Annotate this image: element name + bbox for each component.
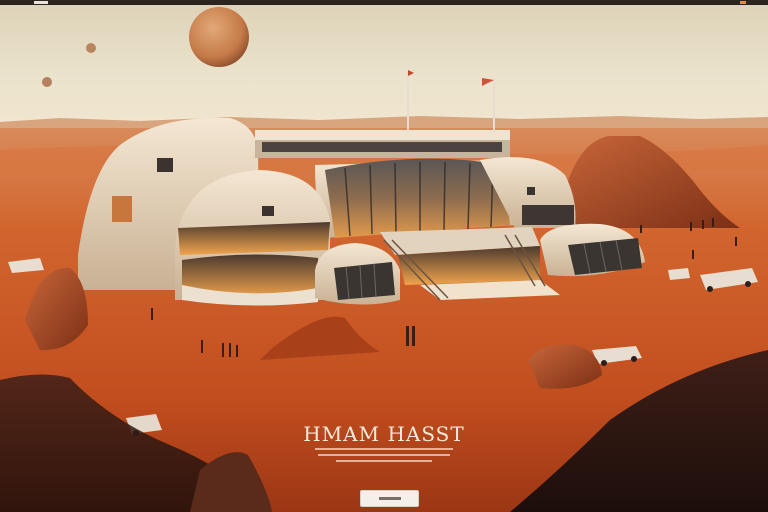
- top-bar-label: [34, 1, 48, 4]
- solar-panel: [334, 262, 395, 300]
- roof-deck: [255, 130, 510, 140]
- habitat-window: [527, 187, 535, 195]
- small-moon: [86, 43, 96, 53]
- roof-windows: [262, 142, 502, 152]
- small-moon: [42, 77, 52, 87]
- sky: [0, 0, 768, 130]
- hero-title: HMAM HASST: [0, 422, 768, 446]
- large-planet: [189, 7, 249, 67]
- hero-title-text: HMAM HASST: [303, 422, 465, 447]
- hero-subtitle-placeholder: [314, 444, 454, 474]
- cta-button[interactable]: [360, 490, 419, 507]
- subtitle-line: [318, 454, 450, 456]
- subtitle-line: [315, 448, 453, 450]
- cta-button-label-placeholder: [378, 497, 401, 500]
- rover-small: [668, 268, 690, 280]
- subtitle-line: [336, 460, 432, 462]
- habitat-window-band: [522, 205, 574, 225]
- glass-dome: [325, 158, 510, 238]
- habitat-window: [262, 206, 274, 216]
- top-bar-indicator: [740, 1, 746, 4]
- page: HMAM HASST: [0, 0, 768, 512]
- habitat-window: [157, 158, 173, 172]
- browser-top-bar: [0, 0, 768, 5]
- habitat-window: [112, 196, 132, 222]
